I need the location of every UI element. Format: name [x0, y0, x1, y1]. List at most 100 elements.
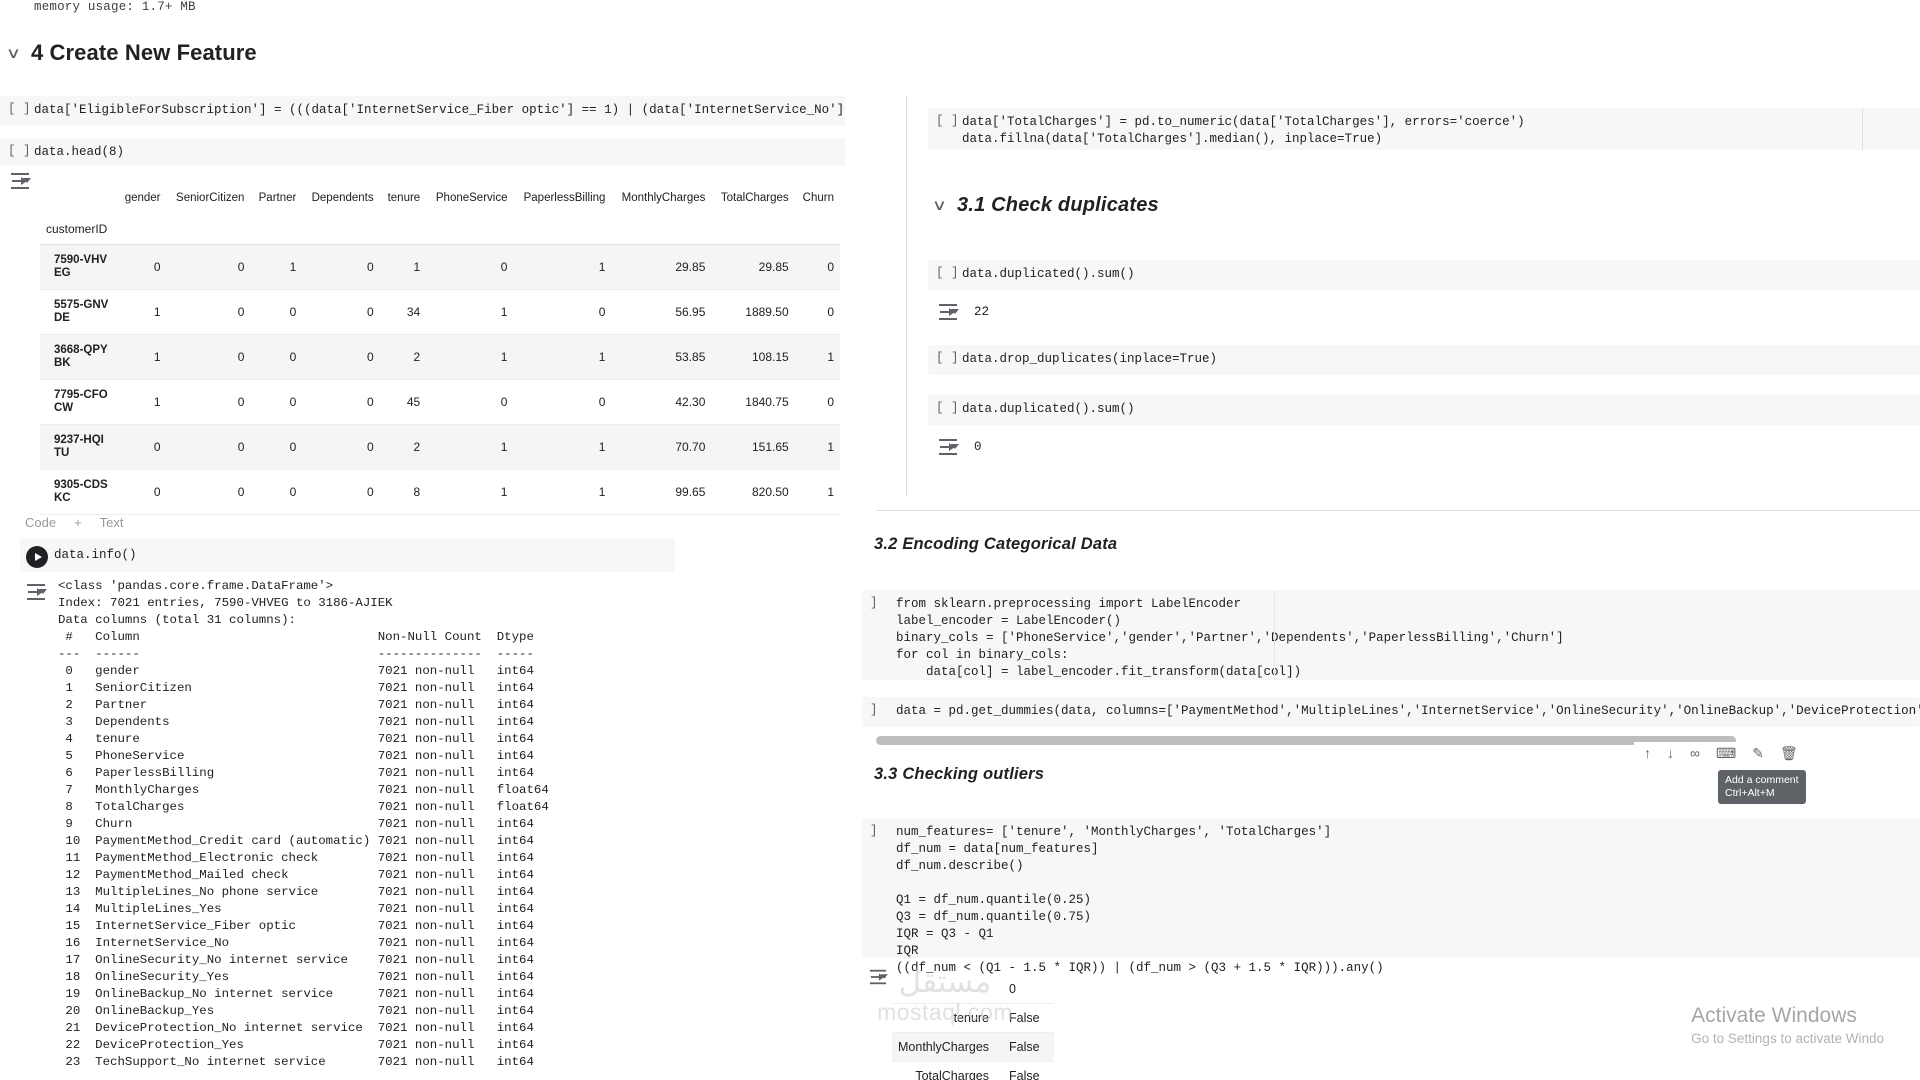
output-toggle-icon-outliers[interactable]	[869, 969, 888, 985]
section-heading-3-3[interactable]: 3.3 Checking outliers	[874, 765, 1044, 784]
cell-churn: 0	[794, 379, 840, 425]
code-cell-duplicated-2[interactable]: [ ] data.duplicated().sum()	[928, 395, 1920, 425]
cell-prompt[interactable]: [ ]	[928, 108, 962, 128]
cell-source-drop-duplicates[interactable]: data.drop_duplicates(inplace=True)	[962, 345, 1221, 374]
code-cell-label-encoding[interactable]: ] from sklearn.preprocessing import Labe…	[862, 590, 1920, 680]
cell-monthlycharges: 29.85	[611, 244, 712, 290]
cell-dependents: 0	[302, 424, 380, 470]
cell-source-get-dummies[interactable]: data = pd.get_dummies(data, columns=['Pa…	[896, 697, 1920, 726]
add-comment-tooltip: Add a comment Ctrl+Alt+M	[1718, 770, 1806, 804]
cell-source-duplicated-2[interactable]: data.duplicated().sum()	[962, 395, 1139, 424]
outliers-feature-label: MonthlyCharges	[892, 1032, 1004, 1062]
cell-churn: 0	[794, 244, 840, 290]
col-paperlessbilling: PaperlessBilling	[523, 192, 606, 204]
cell-prompt[interactable]: [ ]	[928, 395, 962, 415]
cell-prompt[interactable]: [ ]	[928, 345, 962, 365]
add-code-button[interactable]: Code	[25, 515, 56, 528]
outliers-header-value: 0	[1003, 975, 1054, 1004]
section-4-title: 4 Create New Feature	[30, 40, 257, 65]
tooltip-line-2: Ctrl+Alt+M	[1725, 787, 1775, 799]
code-cell-create-feature[interactable]: [ ] data['EligibleForSubscription'] = ((…	[0, 96, 845, 126]
add-comment-icon[interactable]: ⌨	[1716, 746, 1736, 760]
cell-partner: 0	[250, 424, 303, 470]
output-toggle-icon-dup1[interactable]	[938, 303, 959, 321]
code-cell-get-dummies[interactable]: ] data = pd.get_dummies(data, columns=['…	[862, 697, 1920, 727]
cell-monthlycharges: 99.65	[611, 469, 712, 515]
cell-prompt[interactable]: [ ]	[0, 138, 34, 158]
dataframe-info-output: <class 'pandas.core.frame.DataFrame'> In…	[58, 579, 549, 1069]
cell-source-outliers[interactable]: num_features= ['tenure', 'MonthlyCharges…	[896, 818, 1388, 983]
cell-gender: 0	[116, 244, 167, 290]
cell-action-toolbar[interactable]: ↑ ↓ ∞ ⌨ ✎ 🗑	[1634, 742, 1808, 764]
output-toggle-icon-info[interactable]	[26, 583, 47, 601]
cell-seniorcitizen: 0	[166, 334, 251, 380]
cell-dependents: 0	[302, 244, 380, 290]
output-toggle-icon[interactable]	[10, 172, 31, 190]
cell-source-totalcharges-l1[interactable]: data['TotalCharges'] = pd.to_numeric(dat…	[962, 108, 1529, 154]
dataframe-header-row: gender SeniorCitizen Partner Dependents …	[40, 188, 840, 214]
cell-prompt[interactable]: ]	[862, 697, 896, 717]
code-cell-totalcharges[interactable]: [ ] data['TotalCharges'] = pd.to_numeric…	[928, 108, 1920, 150]
cell-source-create-feature[interactable]: data['EligibleForSubscription'] = (((dat…	[34, 96, 845, 125]
add-text-button[interactable]: Text	[100, 515, 124, 528]
row-index-customerid: 3668-QPYBK	[40, 334, 117, 380]
cell-prompt[interactable]: ]	[862, 818, 896, 838]
dataframe-index-name: customerID	[40, 214, 117, 245]
plus-icon[interactable]: +	[74, 515, 82, 528]
cell-prompt[interactable]: [ ]	[0, 96, 34, 116]
cell-prompt[interactable]: [ ]	[928, 260, 962, 280]
link-to-cell-icon[interactable]: ∞	[1690, 746, 1700, 760]
chevron-down-icon[interactable]: ∨	[932, 198, 947, 213]
output-toggle-icon-dup2[interactable]	[938, 438, 959, 456]
section-heading-3-1[interactable]: ∨ 3.1 Check duplicates	[932, 194, 1159, 217]
cell-dependents: 0	[302, 379, 380, 425]
cell-gender: 1	[116, 334, 167, 380]
code-cell-head[interactable]: [ ] data.head(8)	[0, 138, 845, 166]
table-row: 3668-QPYBK 1 0 0 0 2 1 1 53.85 108.15 1	[40, 334, 840, 380]
list-item: TotalCharges False	[892, 1061, 1054, 1080]
cell-source-info[interactable]: data.info()	[54, 547, 141, 564]
code-cell-duplicated-1[interactable]: [ ] data.duplicated().sum()	[928, 260, 1920, 290]
col-partner: Partner	[258, 192, 297, 204]
cell-paperlessbilling: 1	[513, 334, 612, 380]
output-value-duplicated-2: 0	[974, 440, 982, 454]
left-notebook-pane: memory usage: 1.7+ MB ∨ 4 Create New Fea…	[0, 0, 860, 1080]
dataframe-index-name-row: customerID	[40, 214, 840, 245]
cell-totalcharges: 820.50	[711, 469, 795, 515]
output-value-duplicated-1: 22	[974, 305, 990, 319]
cell-source-duplicated-1[interactable]: data.duplicated().sum()	[962, 260, 1139, 289]
move-cell-down-icon[interactable]: ↓	[1667, 746, 1674, 760]
cell-source-head[interactable]: data.head(8)	[34, 138, 128, 167]
cell-seniorcitizen: 0	[166, 379, 251, 425]
col-phoneservice: PhoneService	[435, 192, 508, 204]
cell-source-label-encoding[interactable]: from sklearn.preprocessing import LabelE…	[896, 590, 1568, 687]
code-cell-outliers[interactable]: ] num_features= ['tenure', 'MonthlyCharg…	[862, 818, 1920, 975]
edit-icon[interactable]: ✎	[1752, 746, 1764, 760]
activate-windows-title: Activate Windows	[1691, 1004, 1857, 1027]
cell-phoneservice: 1	[426, 289, 514, 335]
cell-tenure: 1	[379, 244, 427, 290]
code-cell-drop-duplicates[interactable]: [ ] data.drop_duplicates(inplace=True)	[928, 345, 1920, 375]
col-tenure: tenure	[387, 192, 421, 204]
cell-paperlessbilling: 1	[513, 424, 612, 470]
col-seniorcitizen: SeniorCitizen	[176, 192, 245, 204]
move-cell-up-icon[interactable]: ↑	[1644, 746, 1651, 760]
cell-prompt[interactable]: ]	[862, 590, 896, 610]
cell-totalcharges: 1840.75	[711, 379, 795, 425]
chevron-down-icon[interactable]: ∨	[6, 46, 21, 61]
cell-partner: 1	[250, 244, 303, 290]
section-heading-3-2[interactable]: 3.2 Encoding Categorical Data	[874, 535, 1117, 554]
cell-seniorcitizen: 0	[166, 469, 251, 515]
cell-partner: 0	[250, 289, 303, 335]
dataframe-table: gender SeniorCitizen Partner Dependents …	[40, 188, 840, 515]
code-cell-info[interactable]: data.info()	[20, 538, 675, 572]
cell-tenure: 45	[379, 379, 427, 425]
run-cell-button[interactable]	[26, 545, 48, 568]
add-cell-toolbar[interactable]: Code + Text	[25, 515, 124, 528]
delete-cell-icon[interactable]: 🗑	[1780, 746, 1798, 760]
hscrollbar-thumb[interactable]	[876, 736, 1736, 745]
section-heading-4[interactable]: ∨ 4 Create New Feature	[6, 40, 257, 66]
code-cell-right-edge	[1862, 108, 1863, 150]
table-row: 5575-GNVDE 1 0 0 0 34 1 0 56.95 1889.50 0	[40, 289, 840, 335]
cell-phoneservice: 1	[426, 424, 514, 470]
